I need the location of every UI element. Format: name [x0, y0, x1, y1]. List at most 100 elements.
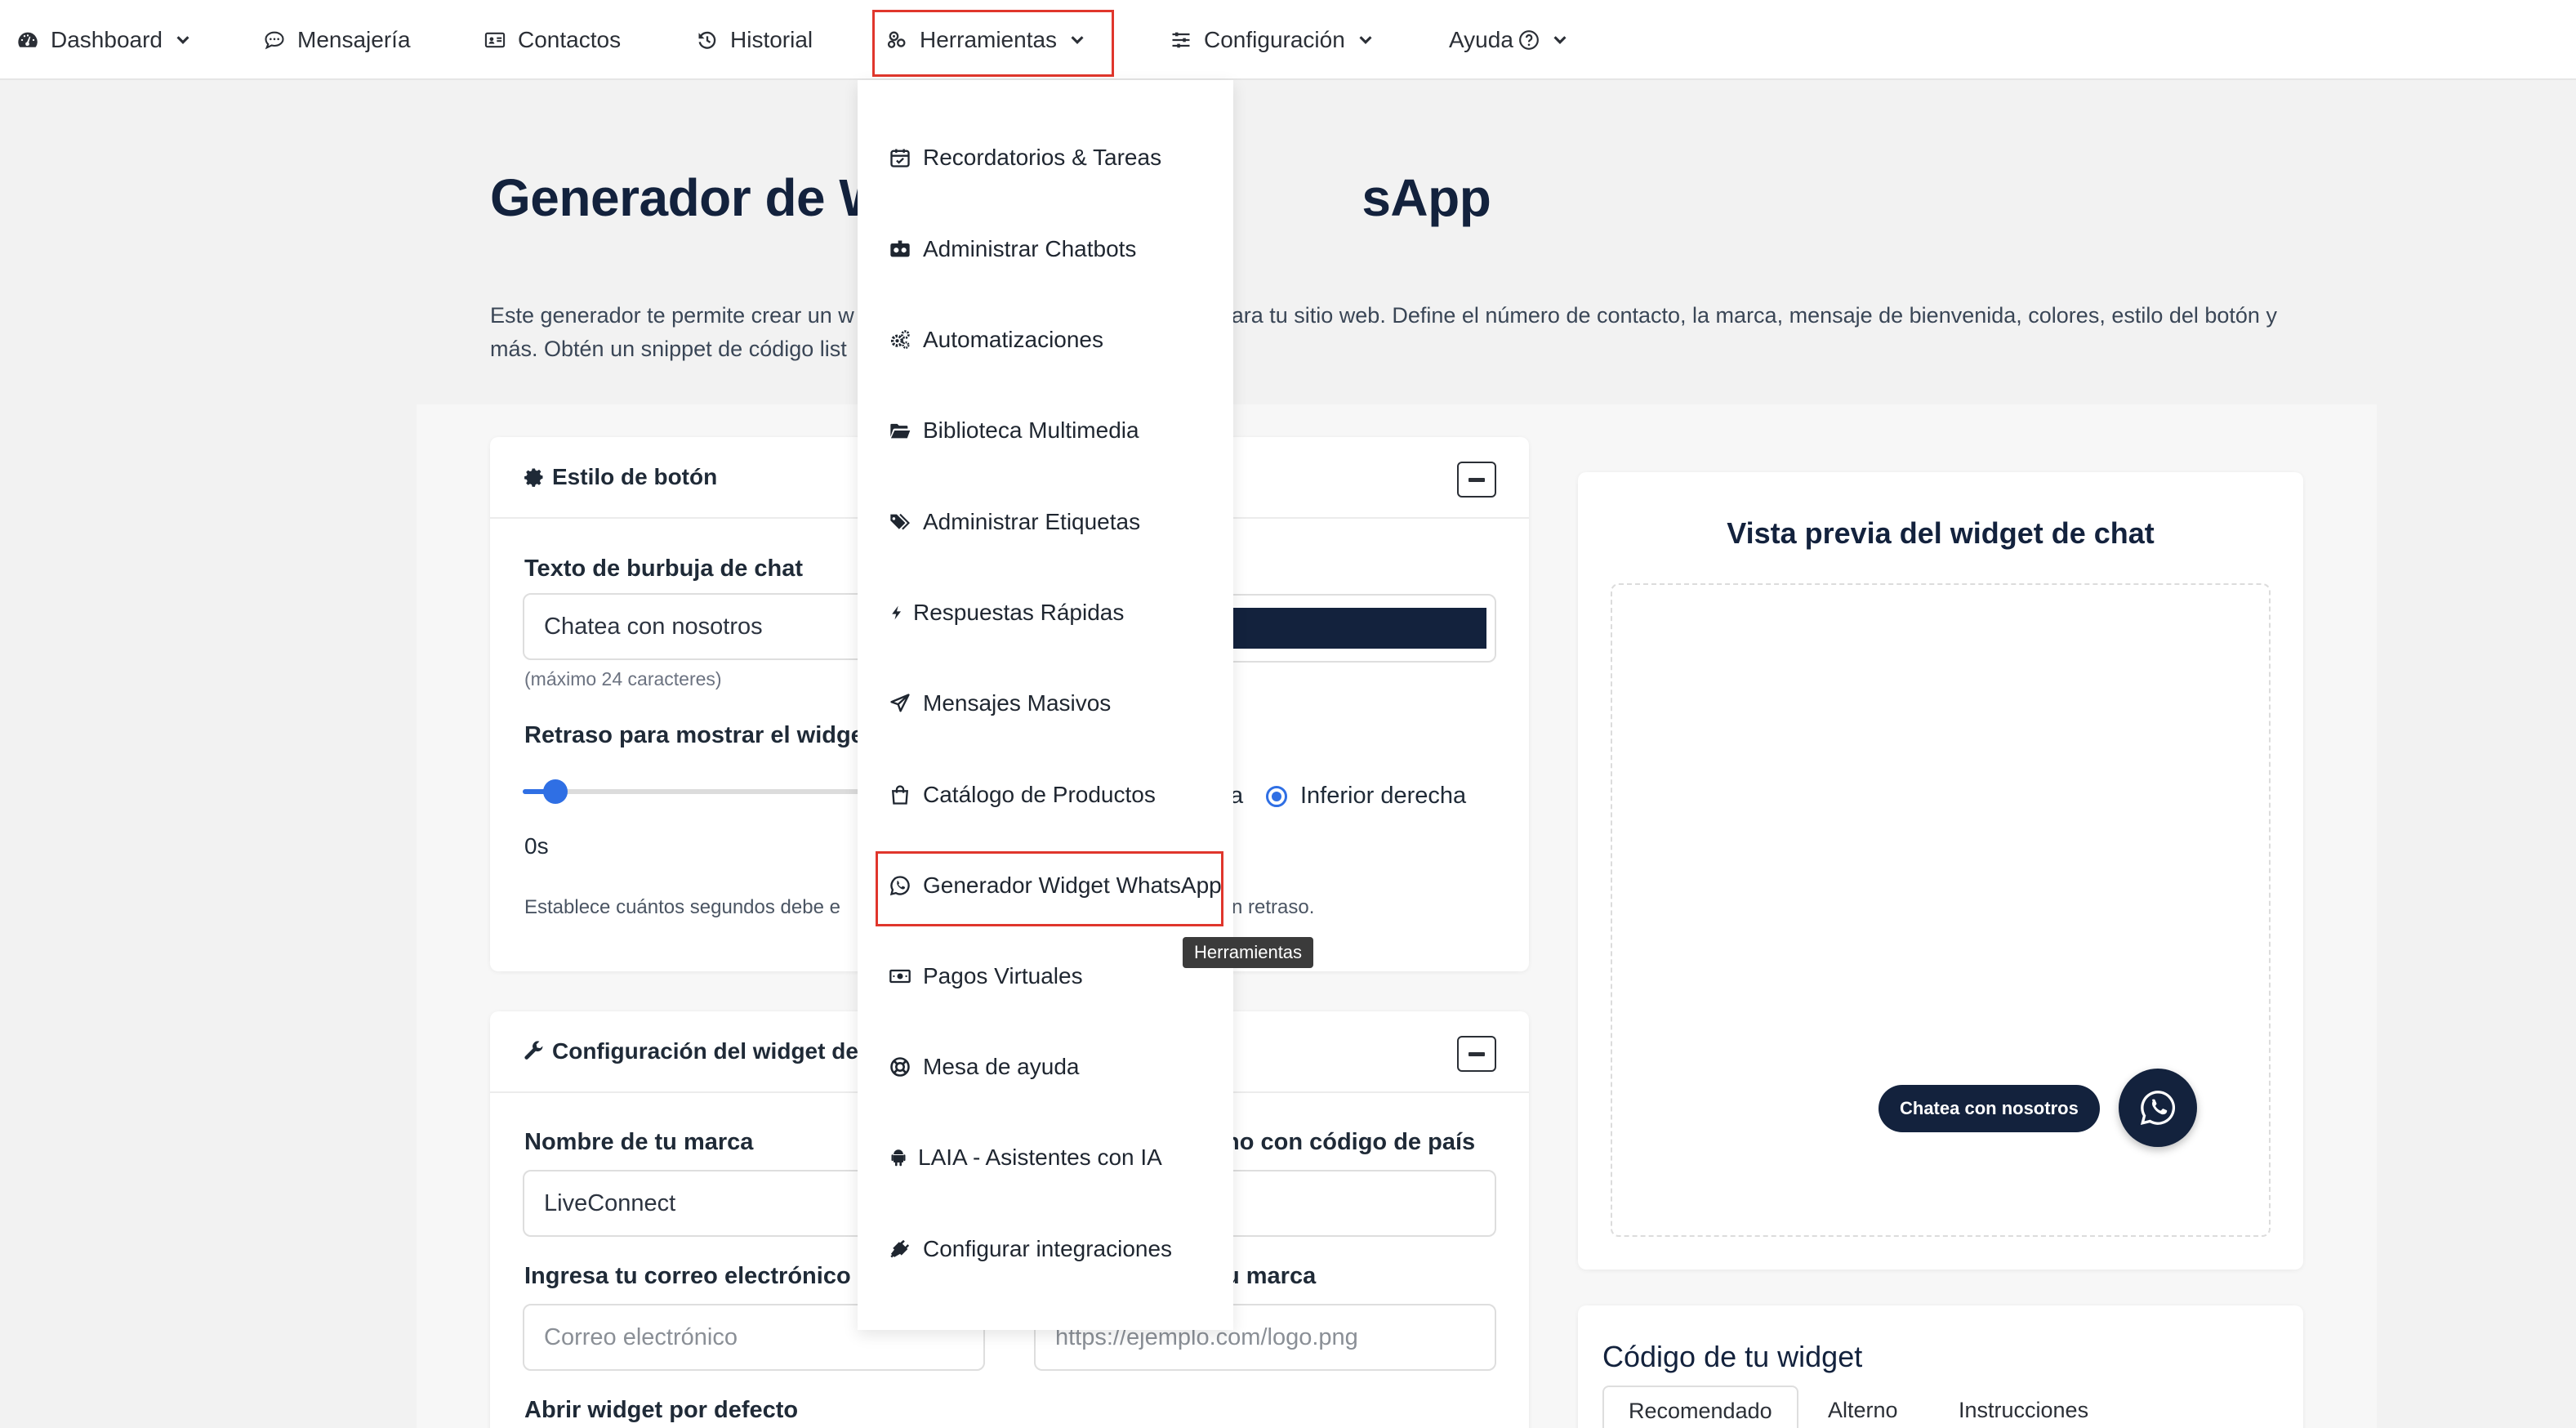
- menu-item-label: Biblioteca Multimedia: [923, 417, 1139, 443]
- tab-recomendado[interactable]: Recomendado: [1602, 1386, 1798, 1428]
- cogs-icon: [890, 330, 910, 349]
- brand-name-input[interactable]: LiveConnect: [523, 1170, 866, 1237]
- android-icon: [891, 1149, 906, 1167]
- nav-contactos[interactable]: Contactos: [484, 0, 621, 80]
- nav-historial-label: Historial: [730, 27, 813, 52]
- page-desc-line1-end: ara tu sitio web. Define el número de co…: [1231, 303, 2277, 328]
- collapse-button[interactable]: [1457, 462, 1496, 498]
- chevron-down-icon: [1359, 36, 1372, 44]
- chevron-down-icon: [1553, 36, 1567, 44]
- nav-ayuda-label: Ayuda: [1449, 27, 1513, 52]
- history-icon: [698, 31, 716, 49]
- nav-dashboard[interactable]: Dashboard: [16, 0, 192, 80]
- tab-instrucciones[interactable]: Instrucciones: [1934, 1386, 2113, 1428]
- menu-item-label: Mensajes Masivos: [923, 690, 1112, 716]
- whatsapp-chat-button[interactable]: [2119, 1069, 2197, 1147]
- preview-title: Vista previa del widget de chat: [1727, 516, 2155, 550]
- menu-item-biblioteca[interactable]: Biblioteca Multimedia: [858, 402, 1233, 459]
- menu-item-label: Administrar Etiquetas: [923, 509, 1141, 534]
- shopping-bag-icon: [891, 785, 909, 805]
- menu-item-label: Pagos Virtuales: [923, 963, 1083, 988]
- tab-alterno[interactable]: Alterno: [1803, 1386, 1923, 1428]
- menu-item-recordatorios[interactable]: Recordatorios & Tareas: [858, 129, 1233, 186]
- menu-item-catalogo[interactable]: Catálogo de Productos: [858, 766, 1233, 823]
- nav-ayuda[interactable]: Ayuda: [1449, 0, 1569, 80]
- chat-bubble[interactable]: Chatea con nosotros: [1879, 1085, 2100, 1132]
- position-radio-bottom-right-label: Inferior derecha: [1300, 783, 1467, 809]
- code-card-title: Código de tu widget: [1602, 1340, 1863, 1373]
- position-radio-bottom-right[interactable]: [1266, 786, 1287, 807]
- menu-item-label: LAIA - Asistentes con IA: [918, 1145, 1162, 1170]
- nav-mensajeria-label: Mensajería: [297, 27, 411, 52]
- page-title-end: sApp: [1362, 168, 1491, 227]
- delay-slider-thumb[interactable]: [543, 779, 568, 804]
- menu-item-generador-widget[interactable]: Generador Widget WhatsApp: [858, 857, 1233, 914]
- page-desc-line1-start: Este generador te permite crear un w: [490, 303, 854, 328]
- preview-area: Chatea con nosotros: [1611, 583, 2271, 1237]
- menu-item-label: Respuestas Rápidas: [913, 600, 1125, 625]
- bubble-text-input[interactable]: Chatea con nosotros: [523, 593, 866, 660]
- code-card: Código de tu widget Recomendado Alterno …: [1578, 1305, 2303, 1428]
- page-title-start: Generador de W: [490, 168, 889, 227]
- nav-herramientas-label: Herramientas: [920, 27, 1058, 52]
- bolt-icon: [892, 605, 901, 620]
- nav-historial[interactable]: Historial: [696, 0, 813, 80]
- button-style-card-title: Estilo de botón: [552, 464, 718, 489]
- menu-item-chatbots[interactable]: Administrar Chatbots: [858, 221, 1233, 278]
- widget-config-card-title: Configuración del widget de: [552, 1038, 858, 1064]
- paper-plane-icon: [890, 694, 910, 712]
- delay-help-text-start: Establece cuántos segundos debe e: [524, 896, 840, 918]
- menu-item-label: Configurar integraciones: [923, 1236, 1173, 1261]
- tags-icon: [890, 513, 910, 530]
- menu-item-automatizaciones[interactable]: Automatizaciones: [858, 311, 1233, 368]
- help-icon: [1518, 30, 1539, 50]
- menu-item-label: Recordatorios & Tareas: [923, 145, 1162, 170]
- menu-item-laia[interactable]: LAIA - Asistentes con IA: [858, 1129, 1233, 1186]
- chevron-down-icon: [176, 36, 189, 44]
- chat-icon: [265, 31, 284, 50]
- menu-item-label: Automatizaciones: [923, 327, 1104, 352]
- menu-item-mesa-ayuda[interactable]: Mesa de ayuda: [858, 1038, 1233, 1096]
- preview-card: Vista previa del widget de chat Chatea c…: [1578, 472, 2303, 1270]
- phone-label: no con código de país: [1225, 1129, 1476, 1155]
- logo-label: u marca: [1225, 1263, 1317, 1289]
- delay-help-text-end: n retraso.: [1232, 896, 1315, 918]
- brand-name-label: Nombre de tu marca: [524, 1129, 754, 1155]
- menu-item-integraciones[interactable]: Configurar integraciones: [858, 1220, 1233, 1278]
- menu-item-mensajes-masivos[interactable]: Mensajes Masivos: [858, 675, 1233, 732]
- menu-item-label: Generador Widget WhatsApp: [923, 872, 1222, 898]
- herramientas-dropdown-menu: Recordatorios & Tareas Administrar Chatb…: [858, 80, 1233, 1330]
- page-description: Este generador te permite crear un w ara …: [490, 299, 2311, 366]
- address-card-icon: [484, 32, 506, 48]
- plug-icon: [890, 1239, 910, 1258]
- nav-mensajeria[interactable]: Mensajería: [263, 0, 411, 80]
- wrench-icon: [524, 1041, 543, 1060]
- nav-configuracion[interactable]: Configuración: [1170, 0, 1375, 80]
- bubble-text-label: Texto de burbuja de chat: [524, 556, 804, 582]
- menu-item-pagos[interactable]: Pagos Virtuales: [858, 948, 1233, 1005]
- tooltip: Herramientas: [1183, 937, 1314, 968]
- life-ring-icon: [890, 1057, 910, 1077]
- open-default-label: Abrir widget por defecto: [524, 1397, 799, 1423]
- top-navbar: Dashboard Mensajería Contactos Historial…: [0, 0, 2576, 80]
- delay-value: 0s: [524, 833, 549, 859]
- money-bill-icon: [889, 969, 911, 984]
- color-swatch[interactable]: [1225, 608, 1486, 649]
- menu-item-respuestas-rapidas[interactable]: Respuestas Rápidas: [858, 584, 1233, 641]
- collapse-button[interactable]: [1457, 1036, 1496, 1072]
- menu-item-label: Mesa de ayuda: [923, 1054, 1080, 1079]
- whatsapp-icon: [889, 876, 910, 896]
- sliders-icon: [1172, 32, 1190, 48]
- folder-open-icon: [890, 423, 911, 439]
- gear-icon: [524, 468, 543, 487]
- robot-icon: [890, 240, 910, 257]
- gauge-icon: [18, 32, 38, 47]
- page-desc-line2-start: más. Obtén un snippet de código list: [490, 337, 847, 361]
- tools-icon: [887, 31, 906, 48]
- delay-slider-track[interactable]: [523, 789, 866, 794]
- nav-herramientas[interactable]: Herramientas: [885, 0, 1086, 80]
- calendar-check-icon: [890, 149, 910, 167]
- menu-item-label: Administrar Chatbots: [923, 236, 1137, 261]
- menu-item-label: Catálogo de Productos: [923, 782, 1156, 807]
- menu-item-etiquetas[interactable]: Administrar Etiquetas: [858, 493, 1233, 551]
